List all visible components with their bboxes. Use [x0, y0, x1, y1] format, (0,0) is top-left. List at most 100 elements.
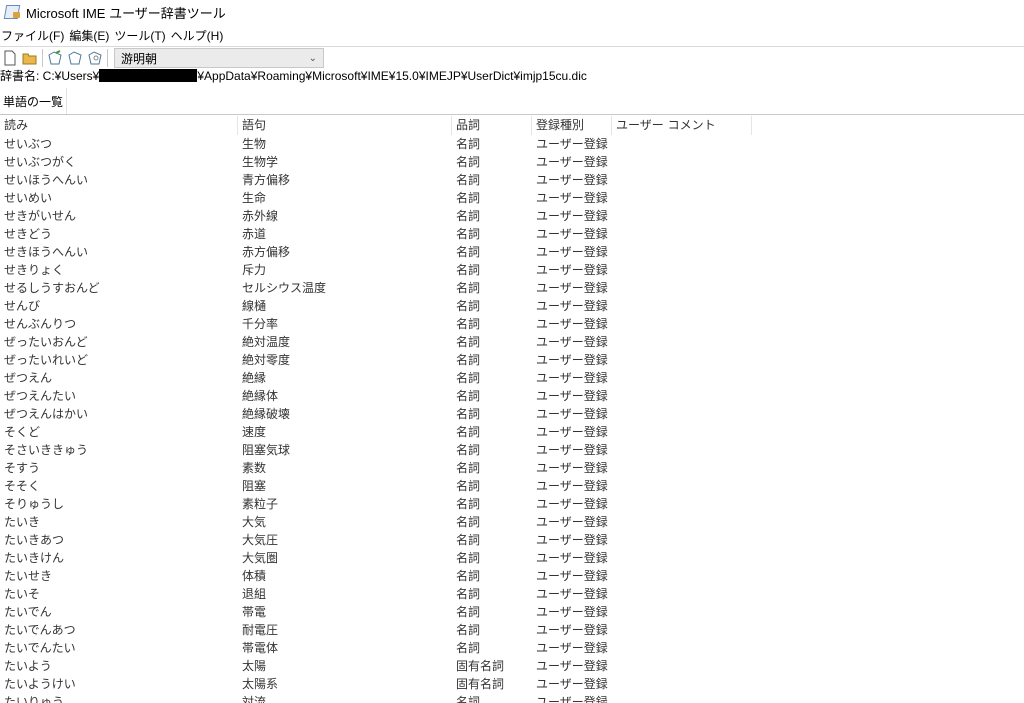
cell-part-of-speech: 名詞 [456, 695, 481, 703]
cell-reading: ぜつえん [4, 371, 53, 385]
cell-registration-type: ユーザー登録 [536, 641, 608, 655]
table-row[interactable]: せんび 線樋 名詞 ユーザー登録 [0, 297, 1024, 315]
table-row[interactable]: たいよう 太陽 固有名詞 ユーザー登録 [0, 657, 1024, 675]
menu-tools[interactable]: ツール(T) [113, 27, 169, 44]
cell-reading: そそく [4, 479, 41, 493]
cell-part-of-speech: 名詞 [456, 227, 481, 241]
cell-part-of-speech: 名詞 [456, 317, 481, 331]
table-row[interactable]: せいぶつ 生物 名詞 ユーザー登録 [0, 135, 1024, 153]
column-header-row: 読み 語句 品詞 登録種別 ユーザー コメント [0, 116, 1024, 135]
dictionary-path-suffix: ¥AppData¥Roaming¥Microsoft¥IME¥15.0¥IMEJ… [197, 68, 587, 83]
table-row[interactable]: たいき 大気 名詞 ユーザー登録 [0, 513, 1024, 531]
table-row[interactable]: ぜったいれいど 絶対零度 名詞 ユーザー登録 [0, 351, 1024, 369]
menu-file[interactable]: ファイル(F) [0, 27, 68, 44]
dictionary-path: 辞書名: C:¥Users¥ ¥AppData¥Roaming¥Microsoft… [0, 67, 587, 84]
cell-part-of-speech: 名詞 [456, 353, 481, 367]
cell-reading: たいきあつ [4, 533, 65, 547]
cell-reading: せきどう [4, 227, 53, 241]
column-header-user-comment[interactable]: ユーザー コメント [612, 116, 752, 135]
toolbar-separator [42, 49, 43, 67]
column-header-registration-type[interactable]: 登録種別 [532, 116, 612, 135]
table-row[interactable]: そりゅうし 素粒子 名詞 ユーザー登録 [0, 495, 1024, 513]
column-header-part-of-speech[interactable]: 品詞 [452, 116, 532, 135]
menu-edit[interactable]: 編集(E) [68, 27, 113, 44]
tab-word-list[interactable]: 単語の一覧 [0, 88, 68, 114]
table-row[interactable]: たいりゅう 対流 名詞 ユーザー登録 [0, 693, 1024, 703]
cell-part-of-speech: 名詞 [456, 299, 481, 313]
table-row[interactable]: せきりょく 斥力 名詞 ユーザー登録 [0, 261, 1024, 279]
menu-help[interactable]: ヘルプ(H) [170, 27, 228, 44]
table-row[interactable]: たいでんあつ 耐電圧 名詞 ユーザー登録 [0, 621, 1024, 639]
cell-registration-type: ユーザー登録 [536, 137, 608, 151]
edit-word-button[interactable] [65, 48, 85, 68]
table-row[interactable]: そくど 速度 名詞 ユーザー登録 [0, 423, 1024, 441]
table-row[interactable]: たいでんたい 帯電体 名詞 ユーザー登録 [0, 639, 1024, 657]
open-button[interactable] [20, 48, 40, 68]
cell-part-of-speech: 名詞 [456, 479, 481, 493]
table-row[interactable]: せきほうへんい 赤方偏移 名詞 ユーザー登録 [0, 243, 1024, 261]
cell-part-of-speech: 名詞 [456, 209, 481, 223]
table-row[interactable]: ぜつえんたい 絶縁体 名詞 ユーザー登録 [0, 387, 1024, 405]
table-row[interactable]: そさいききゅう 阻塞気球 名詞 ユーザー登録 [0, 441, 1024, 459]
cell-reading: せんび [4, 299, 41, 313]
cell-part-of-speech: 名詞 [456, 587, 481, 601]
table-row[interactable]: せいめい 生命 名詞 ユーザー登録 [0, 189, 1024, 207]
table-row[interactable]: たいせき 体積 名詞 ユーザー登録 [0, 567, 1024, 585]
font-select[interactable]: 游明朝 ⌄ [114, 48, 324, 68]
delete-word-button[interactable] [85, 48, 105, 68]
add-word-button[interactable] [45, 48, 65, 68]
cell-part-of-speech: 名詞 [456, 155, 481, 169]
cell-word: 絶対温度 [242, 335, 291, 349]
cell-registration-type: ユーザー登録 [536, 353, 608, 367]
cell-registration-type: ユーザー登録 [536, 587, 608, 601]
toolbar-separator [107, 49, 108, 67]
column-header-reading[interactable]: 読み [0, 116, 238, 135]
table-row[interactable]: せきがいせん 赤外線 名詞 ユーザー登録 [0, 207, 1024, 225]
cell-reading: たいでんあつ [4, 623, 76, 637]
new-file-button[interactable] [0, 48, 20, 68]
add-word-icon [48, 50, 62, 65]
table-row[interactable]: たいきけん 大気圏 名詞 ユーザー登録 [0, 549, 1024, 567]
table-row[interactable]: ぜつえん 絶縁 名詞 ユーザー登録 [0, 369, 1024, 387]
cell-part-of-speech: 名詞 [456, 407, 481, 421]
table-row[interactable]: ぜつえんはかい 絶縁破壊 名詞 ユーザー登録 [0, 405, 1024, 423]
cell-word: 絶縁体 [242, 389, 279, 403]
table-row[interactable]: せきどう 赤道 名詞 ユーザー登録 [0, 225, 1024, 243]
cell-registration-type: ユーザー登録 [536, 623, 608, 637]
word-list-rows: せいぶつ 生物 名詞 ユーザー登録 せいぶつがく 生物学 名詞 ユーザー登録 せいほうへんい 青方… [0, 135, 1024, 703]
cell-word: 生物 [242, 137, 267, 151]
cell-word: セルシウス温度 [242, 281, 327, 295]
cell-reading: そさいききゅう [4, 443, 89, 457]
table-row[interactable]: せいほうへんい 青方偏移 名詞 ユーザー登録 [0, 171, 1024, 189]
cell-part-of-speech: 名詞 [456, 281, 481, 295]
table-row[interactable]: たいでん 帯電 名詞 ユーザー登録 [0, 603, 1024, 621]
table-row[interactable]: せいぶつがく 生物学 名詞 ユーザー登録 [0, 153, 1024, 171]
cell-registration-type: ユーザー登録 [536, 569, 608, 583]
table-row[interactable]: たいようけい 太陽系 固有名詞 ユーザー登録 [0, 675, 1024, 693]
cell-registration-type: ユーザー登録 [536, 605, 608, 619]
cell-part-of-speech: 名詞 [456, 551, 481, 565]
cell-word: 絶縁破壊 [242, 407, 291, 421]
cell-reading: せいぶつがく [4, 155, 77, 169]
window-title: Microsoft IME ユーザー辞書ツール [26, 5, 226, 21]
cell-reading: せいめい [4, 191, 53, 205]
table-row[interactable]: たいきあつ 大気圧 名詞 ユーザー登録 [0, 531, 1024, 549]
table-row[interactable]: たいそ 退組 名詞 ユーザー登録 [0, 585, 1024, 603]
cell-part-of-speech: 名詞 [456, 605, 481, 619]
cell-registration-type: ユーザー登録 [536, 155, 608, 169]
table-row[interactable]: せるしうすおんど セルシウス温度 名詞 ユーザー登録 [0, 279, 1024, 297]
table-row[interactable]: そそく 阻塞 名詞 ユーザー登録 [0, 477, 1024, 495]
cell-registration-type: ユーザー登録 [536, 551, 608, 565]
table-row[interactable]: ぜったいおんど 絶対温度 名詞 ユーザー登録 [0, 333, 1024, 351]
cell-part-of-speech: 名詞 [456, 443, 481, 457]
column-header-word[interactable]: 語句 [238, 116, 452, 135]
cell-part-of-speech: 名詞 [456, 137, 481, 151]
toolbar: 游明朝 ⌄ [0, 46, 1024, 69]
cell-word: 赤道 [242, 227, 267, 241]
cell-part-of-speech: 名詞 [456, 245, 481, 259]
table-row[interactable]: せんぶんりつ 千分率 名詞 ユーザー登録 [0, 315, 1024, 333]
cell-part-of-speech: 名詞 [456, 623, 481, 637]
cell-reading: たいよう [4, 659, 52, 673]
cell-reading: せいほうへんい [4, 173, 89, 187]
table-row[interactable]: そすう 素数 名詞 ユーザー登録 [0, 459, 1024, 477]
